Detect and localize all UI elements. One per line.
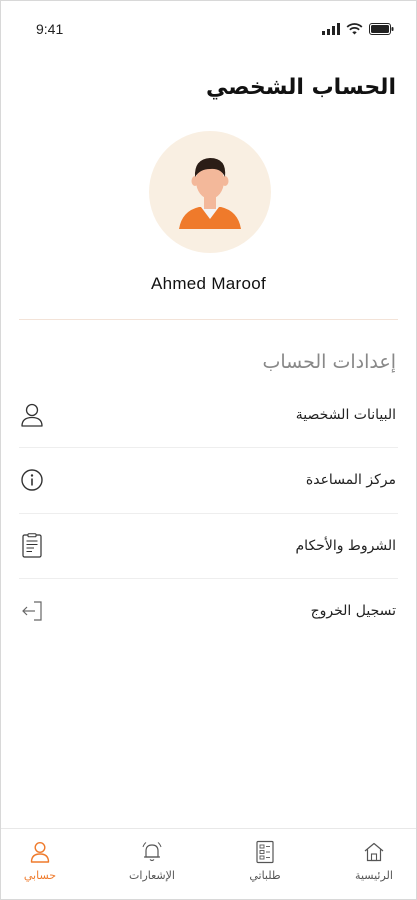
user-icon: [19, 402, 45, 428]
menu-item-label: الشروط والأحكام: [295, 538, 396, 554]
battery-icon: [369, 23, 394, 35]
orders-icon: [220, 839, 310, 865]
wifi-icon: [346, 23, 363, 35]
bell-icon: [107, 839, 197, 865]
avatar[interactable]: [149, 131, 271, 253]
menu-item-label: مركز المساعدة: [305, 472, 396, 488]
divider: [19, 319, 398, 320]
menu-item-logout[interactable]: تسجيل الخروج: [19, 579, 398, 643]
document-icon: [19, 533, 45, 559]
tab-notifications[interactable]: الإشعارات: [107, 839, 197, 882]
menu-item-label: تسجيل الخروج: [310, 603, 396, 619]
page-title: الحساب الشخصي: [205, 75, 396, 100]
tab-label: حسابي: [23, 869, 57, 882]
home-icon: [329, 839, 417, 865]
info-icon: [19, 467, 45, 493]
tab-label: الرئيسية: [355, 869, 393, 882]
bottom-tab-bar: حسابي الإشعارات طلباتي الرئيسية: [1, 828, 416, 899]
tab-my-orders[interactable]: طلباتي: [220, 839, 310, 882]
phone-screen: 9:41 الحساب الشخصي Ahmed Maroof إعدادات …: [0, 0, 417, 900]
person-avatar-icon: [179, 158, 241, 229]
status-time: 9:41: [36, 21, 64, 37]
tab-home[interactable]: الرئيسية: [329, 839, 417, 882]
tab-label: الإشعارات: [129, 869, 175, 882]
menu-item-terms-and-conditions[interactable]: الشروط والأحكام: [19, 514, 398, 578]
status-icons: [322, 23, 394, 35]
tab-account[interactable]: حسابي: [0, 839, 85, 882]
status-bar: 9:41: [1, 19, 416, 41]
user-icon: [0, 839, 85, 865]
menu-item-label: البيانات الشخصية: [295, 407, 396, 423]
logout-icon: [19, 598, 45, 624]
tab-label: طلباتي: [249, 869, 281, 882]
menu-item-personal-data[interactable]: البيانات الشخصية: [19, 383, 398, 447]
section-title-account-settings: إعدادات الحساب: [262, 351, 397, 373]
menu-item-help-center[interactable]: مركز المساعدة: [19, 448, 398, 512]
profile-name: Ahmed Maroof: [150, 274, 267, 293]
signal-icon: [322, 23, 340, 35]
